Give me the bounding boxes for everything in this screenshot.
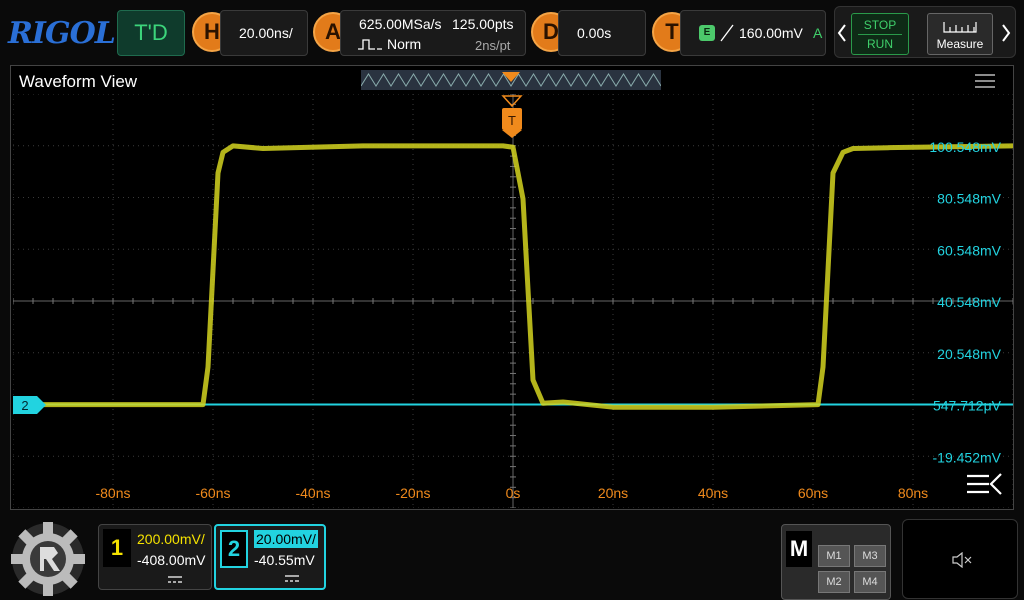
ruler-icon — [943, 22, 977, 33]
channel2-offset-marker[interactable]: 2 — [13, 396, 46, 414]
trigger-marker-label: T — [508, 113, 516, 128]
oscilloscope-screen: RIGOL T'D H 20.00ns/ A 625.00MSa/s 125.0… — [0, 0, 1024, 600]
measure-label: Measure — [936, 37, 984, 51]
math-label: M — [786, 531, 812, 567]
channel2-box[interactable]: 2 20.00mV/ -40.55mV — [214, 524, 326, 590]
trigger-level: 160.00mV — [739, 25, 803, 41]
brand-logo: RIGOL — [8, 16, 116, 51]
sound-panel — [902, 519, 1018, 599]
x-tick-label: 40ns — [698, 485, 728, 501]
y-tick-label: -19.452mV — [933, 449, 1002, 465]
y-tick-label: 547.712μV — [933, 398, 1002, 414]
menu-icon[interactable] — [975, 74, 995, 88]
memory-points: 125.00pts — [452, 16, 514, 32]
y-tick-label: 20.548mV — [937, 346, 1001, 362]
trigger-panel[interactable]: E 160.00mV A — [680, 10, 826, 56]
x-tick-label: 20ns — [598, 485, 628, 501]
channel1-offset: -408.00mV — [137, 552, 206, 568]
acquire-pulse-icon — [358, 39, 382, 50]
acquire-panel[interactable]: 625.00MSa/s 125.00pts Norm 2ns/pt — [340, 10, 526, 56]
gear-icon[interactable] — [8, 519, 88, 599]
x-tick-label: 60ns — [798, 485, 828, 501]
x-tick-label: -40ns — [295, 485, 330, 501]
channel2-scale: 20.00mV/ — [254, 530, 318, 548]
stop-label: STOP — [863, 18, 897, 32]
channel1-box[interactable]: 1 200.00mV/ -408.00mV — [98, 524, 212, 590]
math-m1-button[interactable]: M1 — [818, 545, 850, 567]
waveform-plot[interactable]: 100.548mV 80.548mV 60.548mV 40.548mV 20.548m… — [13, 94, 1013, 508]
run-label: RUN — [867, 37, 893, 51]
collapse-panel-icon[interactable] — [967, 473, 1002, 495]
waveform-view-title: Waveform View — [19, 72, 138, 91]
channel1-dc-coupling-icon — [168, 576, 182, 583]
sample-interval: 2ns/pt — [475, 38, 511, 53]
y-tick-label: 40.548mV — [937, 294, 1001, 310]
x-tick-label: 0s — [506, 485, 521, 501]
delay-panel[interactable]: 0.00s — [558, 10, 646, 56]
measure-button[interactable]: Measure — [927, 13, 993, 55]
waveform-view: Waveform View 100.548mV 80.548mV 60.548mV 4… — [10, 65, 1014, 510]
channel2-marker-label: 2 — [21, 398, 28, 413]
run-measure-group: STOP RUN Measure — [834, 6, 1016, 58]
math-m2-button[interactable]: M2 — [818, 571, 850, 593]
sample-rate: 625.00MSa/s — [359, 16, 442, 32]
trigger-source-badge: E — [699, 25, 715, 41]
channel1-scale: 200.00mV/ — [137, 531, 205, 547]
trigger-position-marker[interactable]: T — [501, 95, 523, 138]
mute-icon[interactable] — [951, 552, 973, 568]
chevron-left-icon[interactable] — [837, 23, 847, 43]
channel1-number: 1 — [103, 529, 131, 567]
y-tick-label: 80.548mV — [937, 191, 1001, 207]
bottom-toolbar: 1 200.00mV/ -408.00mV 2 20.00mV/ -40.55m… — [0, 514, 1024, 600]
chevron-right-icon[interactable] — [1001, 23, 1011, 43]
horizontal-scale: 20.00ns/ — [239, 25, 293, 41]
x-tick-labels: -80ns -60ns -40ns -20ns 0s 20ns 40ns 60ns 80ns — [95, 485, 928, 501]
channel2-offset: -40.55mV — [254, 552, 315, 568]
y-tick-labels: 100.548mV 80.548mV 60.548mV 40.548mV 20.548m… — [929, 139, 1001, 466]
x-tick-label: -60ns — [195, 485, 230, 501]
horizontal-panel[interactable]: 20.00ns/ — [220, 10, 308, 56]
rising-edge-icon — [720, 24, 734, 42]
acquire-mode: Norm — [387, 36, 422, 52]
x-tick-label: 80ns — [898, 485, 928, 501]
y-tick-label: 60.548mV — [937, 242, 1001, 258]
channel2-number: 2 — [220, 530, 248, 568]
mode-button[interactable]: T'D — [117, 10, 185, 56]
channel2-dc-coupling-icon — [285, 575, 299, 582]
math-menu[interactable]: M M1 M3 M2 M4 — [781, 524, 891, 600]
math-m3-button[interactable]: M3 — [854, 545, 886, 567]
x-tick-label: -80ns — [95, 485, 130, 501]
x-tick-label: -20ns — [395, 485, 430, 501]
memory-overview-bar[interactable] — [361, 70, 661, 90]
stop-run-button[interactable]: STOP RUN — [851, 13, 909, 55]
y-tick-label: 100.548mV — [929, 139, 1001, 155]
delay-value: 0.00s — [577, 25, 612, 41]
top-toolbar: RIGOL T'D H 20.00ns/ A 625.00MSa/s 125.0… — [0, 0, 1024, 62]
math-m4-button[interactable]: M4 — [854, 571, 886, 593]
trigger-status: A — [813, 25, 823, 41]
